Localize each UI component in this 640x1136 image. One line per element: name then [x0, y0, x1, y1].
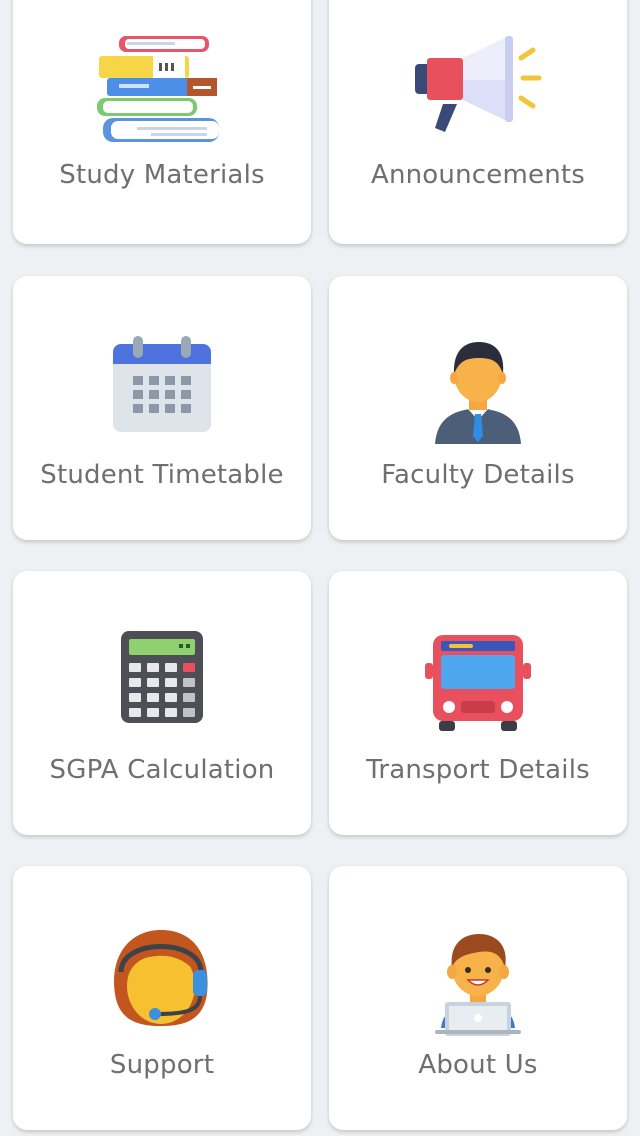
megaphone-icon: [413, 32, 543, 144]
tile-transport-details[interactable]: Transport Details: [329, 571, 627, 835]
tile-faculty-details[interactable]: Faculty Details: [329, 276, 627, 540]
tile-support[interactable]: Support: [13, 866, 311, 1130]
tile-study-materials[interactable]: Study Materials: [13, 0, 311, 244]
tile-student-timetable[interactable]: Student Timetable: [13, 276, 311, 540]
tile-about-us[interactable]: About Us: [329, 866, 627, 1130]
tile-label: Announcements: [370, 160, 586, 190]
tile-label: Study Materials: [59, 160, 265, 190]
calculator-icon: [97, 629, 227, 741]
calendar-icon: [97, 334, 227, 446]
faculty-person-icon: [413, 334, 543, 446]
tile-label: Support: [109, 1050, 215, 1080]
tile-label: SGPA Calculation: [49, 755, 275, 785]
books-icon: [97, 32, 227, 144]
tile-label: About Us: [418, 1050, 538, 1080]
tile-label: Student Timetable: [40, 460, 284, 490]
tile-announcements[interactable]: Announcements: [329, 0, 627, 244]
tile-sgpa-calculation[interactable]: SGPA Calculation: [13, 571, 311, 835]
tile-label: Faculty Details: [381, 460, 575, 490]
about-person-laptop-icon: [413, 924, 543, 1036]
tile-label: Transport Details: [366, 755, 590, 785]
support-headset-icon: [97, 924, 227, 1036]
bus-icon: [413, 629, 543, 741]
